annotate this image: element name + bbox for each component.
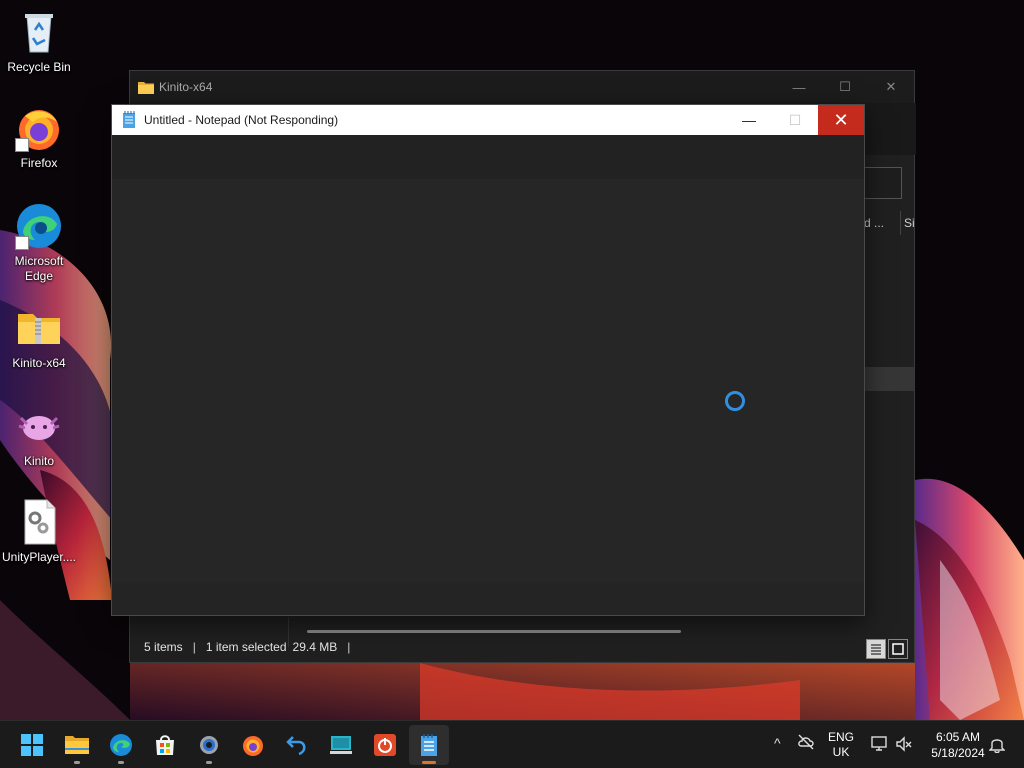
taskbar-firefox[interactable] <box>233 725 273 765</box>
folder-icon <box>138 81 154 94</box>
keyboard-layout: UK <box>832 745 850 759</box>
running-indicator <box>74 761 80 764</box>
desktop-icon-label: Kinito <box>23 454 55 468</box>
running-indicator <box>118 761 124 764</box>
notepad-title: Untitled - Notepad (Not Responding) <box>144 113 339 127</box>
loading-spinner-icon <box>725 391 745 411</box>
clock-date: 5/18/2024 <box>931 746 985 760</box>
desktop-icon-label: UnityPlayer.... <box>1 550 77 564</box>
taskbar-monitor-app[interactable] <box>321 725 361 765</box>
notepad-text-area[interactable] <box>112 179 864 583</box>
explorer-title: Kinito-x64 <box>159 80 213 94</box>
recycle-bin-icon <box>15 8 63 56</box>
language-code: ENG <box>827 730 854 744</box>
desktop-icon-label: Kinito-x64 <box>12 356 66 370</box>
desktop-icon-label: Firefox <box>20 156 58 170</box>
firefox-icon <box>243 736 263 756</box>
system-clock[interactable]: 6:05 AM 5/18/2024 <box>920 729 996 761</box>
zip-folder-icon <box>15 304 63 352</box>
item-count: 5 items <box>144 640 183 654</box>
monitor-icon <box>330 736 352 754</box>
show-hidden-icons-chevron-icon[interactable]: ^ <box>774 735 781 751</box>
large-icons-view-button[interactable] <box>888 639 908 659</box>
selection-count: 1 item selected <box>205 640 287 654</box>
desktop-icon-kinito[interactable]: Kinito <box>0 402 78 469</box>
desktop-icon-kinito-x64[interactable]: Kinito-x64 <box>0 304 78 371</box>
details-view-button[interactable] <box>866 639 886 659</box>
column-divider[interactable] <box>900 211 901 235</box>
desktop-icon-recycle-bin[interactable]: Recycle Bin <box>0 8 78 75</box>
notepad-menu-area <box>112 135 864 179</box>
network-icon[interactable] <box>870 735 888 753</box>
windows-start-icon <box>21 734 43 756</box>
start-button[interactable] <box>12 725 52 765</box>
clock-time: 6:05 AM <box>935 730 981 744</box>
explorer-close-button[interactable]: ✕ <box>868 71 914 103</box>
notepad-close-button[interactable]: ✕ <box>818 105 864 135</box>
details-view-icon <box>871 644 881 655</box>
speaker-muted-icon[interactable] <box>895 735 913 753</box>
notepad-maximize-button[interactable]: ☐ <box>772 105 818 135</box>
cloud-offline-icon[interactable] <box>797 733 815 751</box>
status-separator: | <box>347 640 351 654</box>
shortcut-arrow-icon <box>15 138 29 152</box>
explorer-minimize-button[interactable]: — <box>776 71 822 103</box>
notepad-titlebar[interactable]: Untitled - Notepad (Not Responding) — ☐ … <box>112 105 864 135</box>
edge-icon <box>15 202 63 250</box>
store-icon <box>156 735 174 755</box>
notepad-window[interactable]: Untitled - Notepad (Not Responding) — ☐ … <box>111 104 865 616</box>
column-header-size[interactable]: Si <box>904 216 915 230</box>
undo-arrow-icon <box>286 736 306 756</box>
explorer-maximize-button[interactable]: ☐ <box>822 71 868 103</box>
desktop-icon-edge[interactable]: Microsoft Edge <box>0 202 78 284</box>
notepad-icon <box>123 111 135 128</box>
taskbar-power-app[interactable] <box>365 725 405 765</box>
kinito-axolotl-icon <box>15 402 63 450</box>
taskbar-edge[interactable] <box>101 725 141 765</box>
taskbar-file-explorer[interactable] <box>57 725 97 765</box>
status-separator: | <box>192 640 196 654</box>
taskbar: ^ ENG UK 6:05 AM 5/18/2024 <box>0 720 1024 768</box>
taskbar-settings[interactable] <box>189 725 229 765</box>
edge-icon <box>110 734 132 756</box>
folder-icon <box>65 736 89 754</box>
desktop-icon-firefox[interactable]: Firefox <box>0 104 78 171</box>
large-icons-view-icon <box>892 643 904 655</box>
running-indicator <box>206 761 212 764</box>
notepad-status-bar <box>112 583 864 615</box>
selected-file-row[interactable] <box>864 367 914 391</box>
explorer-titlebar[interactable]: Kinito-x64 — ☐ ✕ <box>130 71 914 103</box>
dll-file-icon <box>15 498 63 546</box>
gear-icon <box>200 736 218 754</box>
explorer-status-bar: 5 items | 1 item selected 29.4 MB | <box>130 632 914 662</box>
taskbar-undo-app[interactable] <box>277 725 317 765</box>
notification-bell-icon[interactable] <box>989 735 1005 753</box>
notepad-icon <box>421 734 437 756</box>
explorer-search-input[interactable] <box>864 167 902 199</box>
notepad-minimize-button[interactable]: — <box>726 105 772 135</box>
desktop-icon-label: Recycle Bin <box>7 60 71 74</box>
shortcut-arrow-icon <box>15 236 29 250</box>
taskbar-notepad[interactable] <box>409 725 449 765</box>
taskbar-store[interactable] <box>145 725 185 765</box>
desktop-icon-label: Microsoft Edge <box>14 254 64 283</box>
selection-size: 29.4 MB <box>292 640 338 654</box>
active-indicator <box>422 761 436 764</box>
desktop-icon-unityplayer[interactable]: UnityPlayer.... <box>0 498 78 565</box>
power-icon <box>374 734 396 756</box>
input-language-indicator[interactable]: ENG UK <box>826 730 856 760</box>
firefox-icon <box>15 104 63 152</box>
